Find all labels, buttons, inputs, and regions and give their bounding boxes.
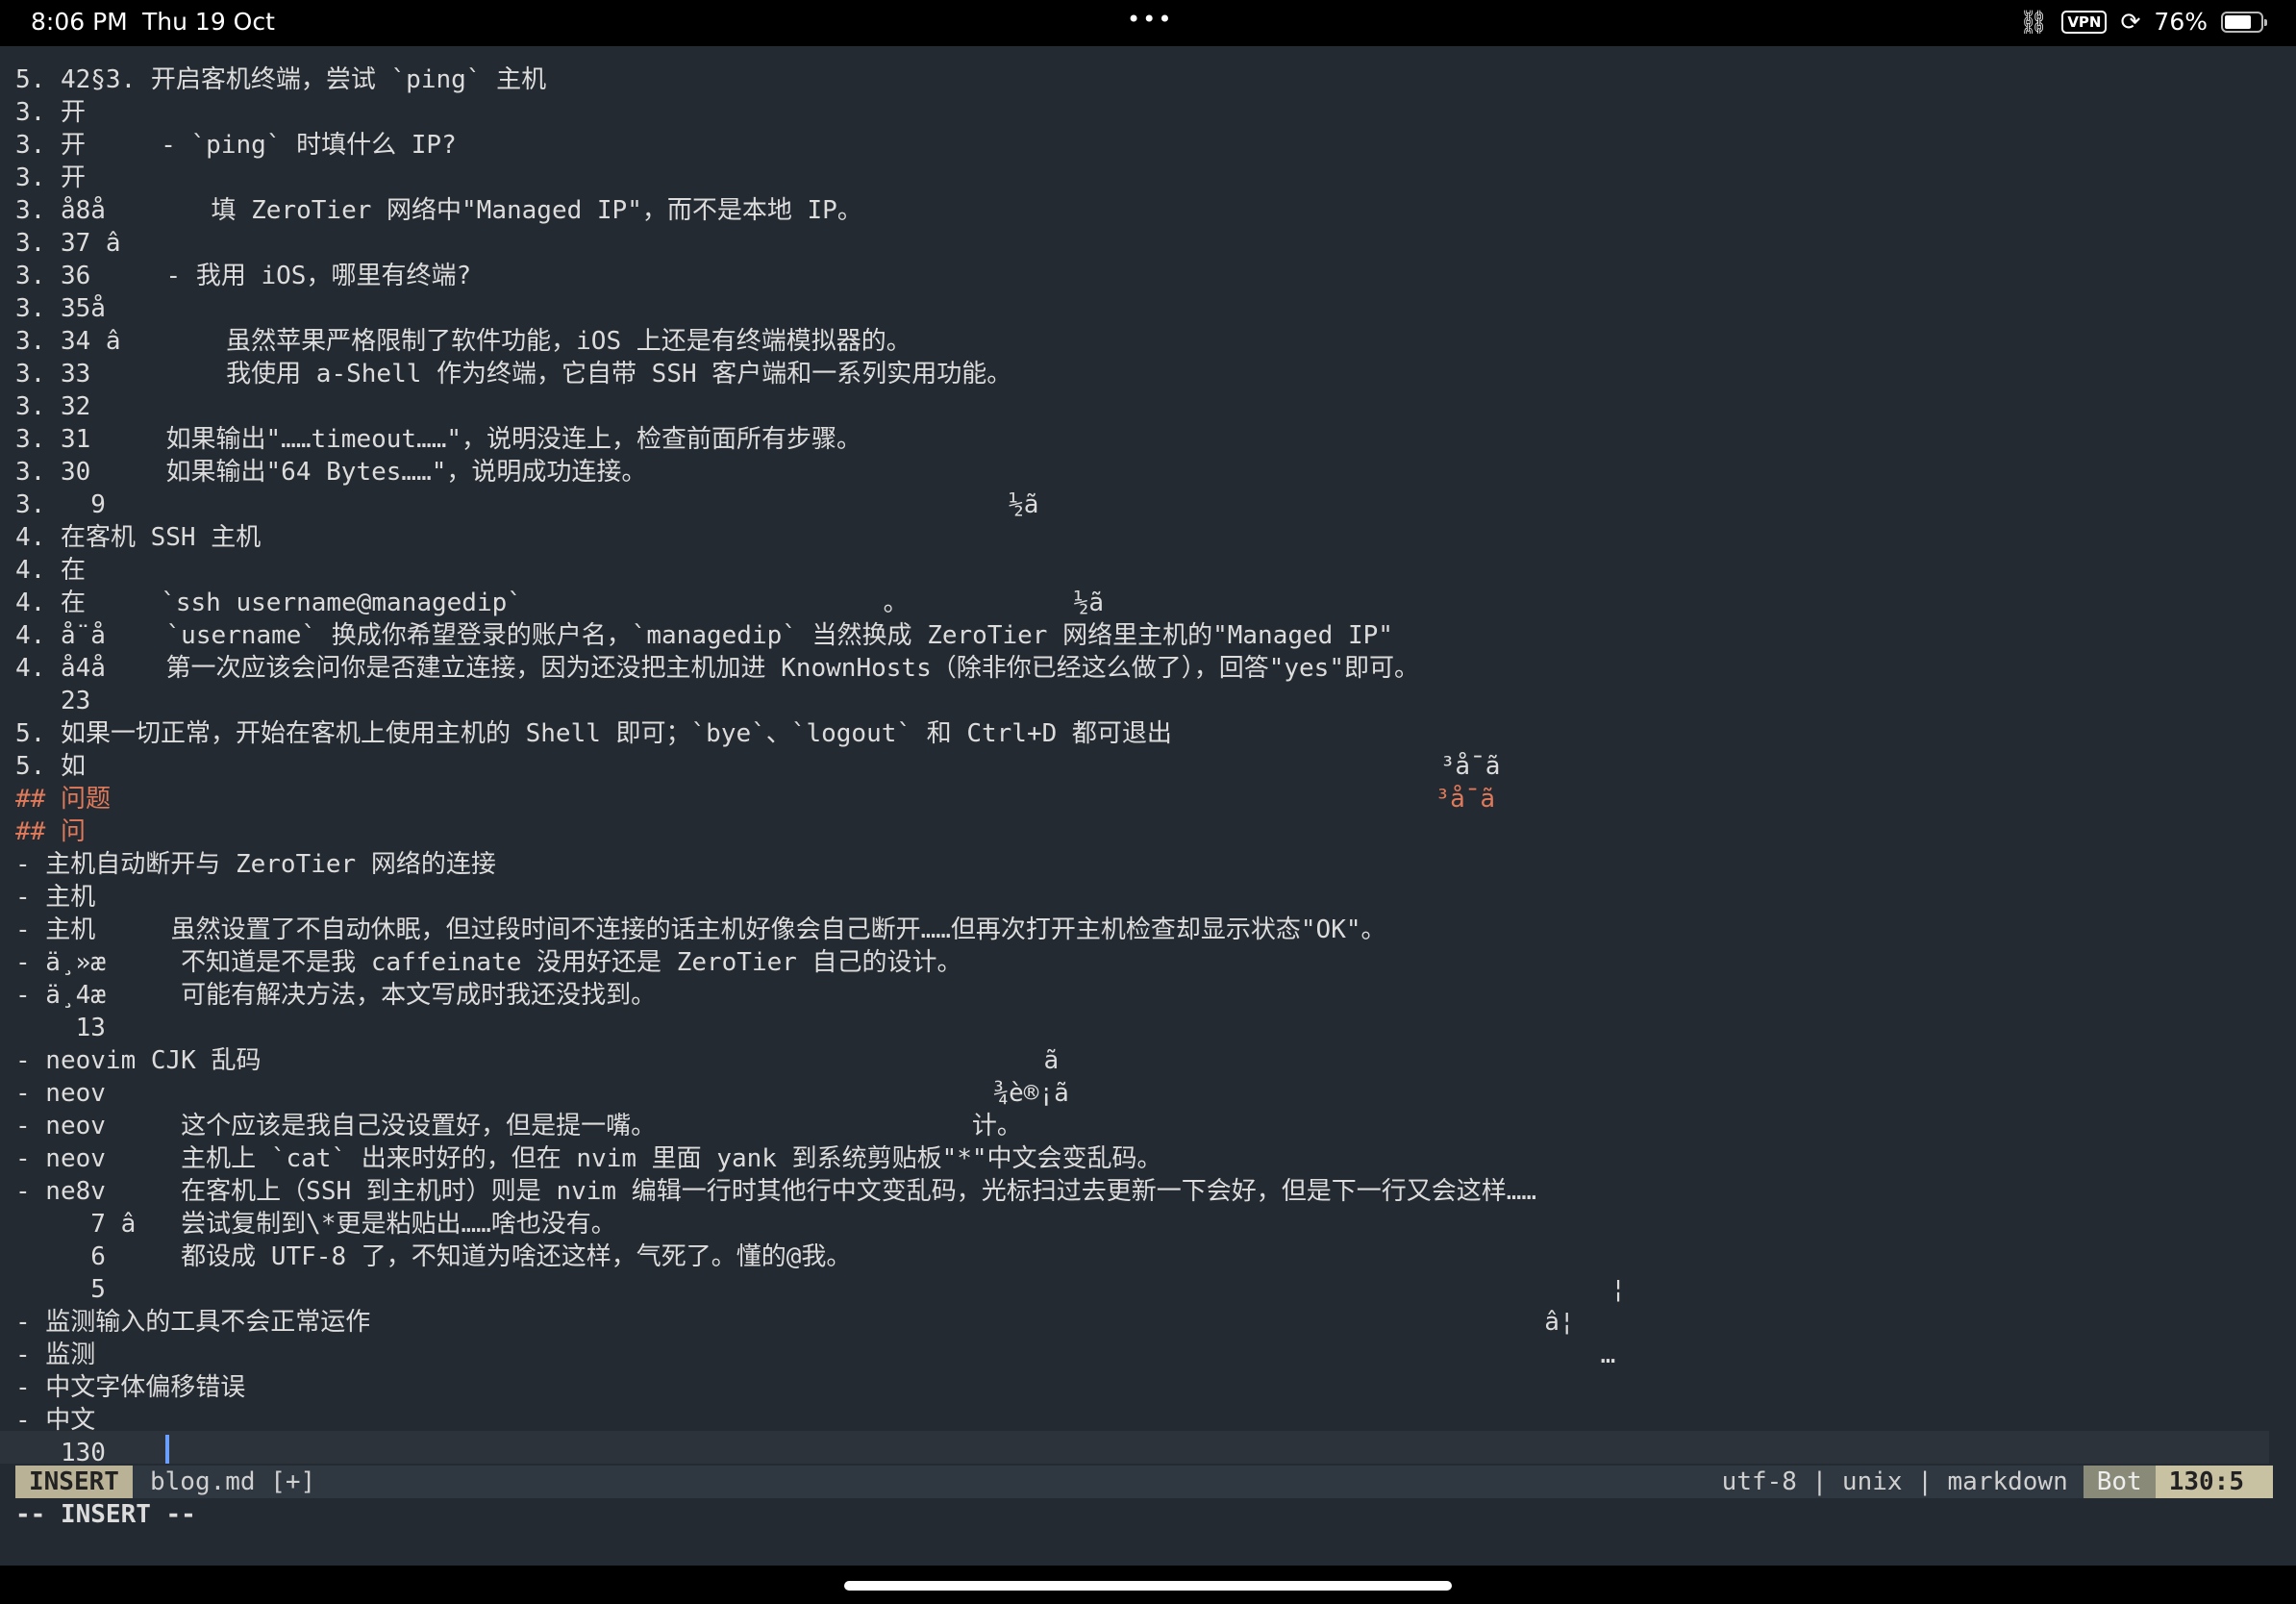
- editor-line[interactable]: 3. 30 如果输出"64 Bytes……"，说明成功连接。: [15, 456, 646, 489]
- editor-line[interactable]: 3. 32: [15, 390, 90, 423]
- separator: |: [1811, 1467, 1828, 1496]
- lock-rotation-icon: ⟳: [2120, 8, 2141, 36]
- editor-line[interactable]: - neovim CJK 乱码 ã: [15, 1044, 1059, 1077]
- editor-line[interactable]: 3. 开 - `ping` 时填什么 IP?: [15, 129, 457, 162]
- editor-line[interactable]: 13: [15, 1012, 106, 1044]
- editor-line[interactable]: 7 â 尝试复制到\*更是粘贴出……啥也没有。: [15, 1208, 616, 1241]
- file-format: unix: [1841, 1467, 1903, 1496]
- date: Thu 19 Oct: [142, 8, 275, 36]
- editor-line[interactable]: 3. 开: [15, 162, 86, 194]
- editor-line[interactable]: - 监测 …: [15, 1339, 1615, 1371]
- editor-line[interactable]: ## 问: [15, 815, 86, 848]
- editor-line[interactable]: - 主机自动断开与 ZeroTier 网络的连接: [15, 848, 496, 881]
- editor-line[interactable]: - 主机: [15, 881, 95, 914]
- cursor-line: [0, 1431, 2269, 1464]
- editor-line[interactable]: 5. 42§3. 开启客机终端，尝试 `ping` 主机: [15, 63, 546, 96]
- editor-line[interactable]: 3. 37 â: [15, 227, 121, 260]
- file-name: blog.md [+]: [150, 1467, 316, 1496]
- editor-line[interactable]: 6 都设成 UTF-8 了，不知道为啥还这样，气死了。懂的@我。: [15, 1241, 851, 1273]
- editor-line[interactable]: - ne8v 在客机上（SSH 到主机时）则是 nvim 编辑一行时其他行中文变…: [15, 1175, 1536, 1208]
- statusline-right: utf-8 | unix | markdown Bot 130:5: [1707, 1466, 2273, 1498]
- vim-statusline: INSERT blog.md [+] utf-8 | unix | markdo…: [15, 1466, 2273, 1498]
- editor-line[interactable]: 3. 31 如果输出"……timeout……"，说明没连上，检查前面所有步骤。: [15, 423, 861, 456]
- scroll-position: Bot: [2083, 1466, 2156, 1498]
- editor-line[interactable]: 4. 在客机 SSH 主机: [15, 521, 261, 554]
- separator: |: [1917, 1467, 1933, 1496]
- home-indicator[interactable]: [844, 1581, 1452, 1591]
- file-info: utf-8 | unix | markdown: [1707, 1466, 2084, 1498]
- vpn-badge: VPN: [2061, 10, 2108, 34]
- ios-status-bar: 8:06 PM Thu 19 Oct ••• ⛓ VPN ⟳ 76%: [0, 0, 2296, 46]
- editor-line[interactable]: 23: [15, 685, 90, 717]
- editor-line[interactable]: - 中文: [15, 1404, 95, 1437]
- editor-line[interactable]: 3. 36 - 我用 iOS，哪里有终端?: [15, 260, 471, 292]
- editor-line[interactable]: - neov ¾è®¡ã: [15, 1077, 1069, 1110]
- editor-line[interactable]: 4. 在: [15, 554, 86, 587]
- status-icons: ⛓ VPN ⟳ 76%: [2018, 8, 2267, 36]
- editor-line[interactable]: 5 ¦: [15, 1273, 1626, 1306]
- editor-line[interactable]: 3. 35å: [15, 292, 106, 325]
- editor-line[interactable]: - neov 主机上 `cat` 出来时好的，但在 nvim 里面 yank 到…: [15, 1142, 1162, 1175]
- editor-line[interactable]: ## 问题 ³å¯ã: [15, 783, 1495, 815]
- clock: 8:06 PM: [31, 8, 128, 36]
- encoding: utf-8: [1721, 1467, 1797, 1496]
- mode-indicator: INSERT: [15, 1466, 133, 1498]
- editor-line[interactable]: 5. 如果一切正常，开始在客机上使用主机的 Shell 即可；`bye`、`lo…: [15, 717, 1172, 750]
- editor-line[interactable]: 3. 开: [15, 96, 86, 129]
- battery-icon: [2221, 11, 2267, 33]
- editor-line[interactable]: - ä¸»æ 不知道是不是我 caffeinate 没用好还是 ZeroTier…: [15, 946, 962, 979]
- editor-line[interactable]: 130: [15, 1437, 106, 1469]
- line-column: 130:5: [2155, 1466, 2273, 1498]
- command-line[interactable]: -- INSERT --: [15, 1498, 196, 1531]
- editor-line[interactable]: 3. 9 ½ã: [15, 489, 1038, 521]
- editor-line[interactable]: - 监测输入的工具不会正常运作 â¦: [15, 1306, 1575, 1339]
- multitasking-dots[interactable]: •••: [1127, 6, 1173, 33]
- editor-line[interactable]: 3. å8å 填 ZeroTier 网络中"Managed IP"，而不是本地 …: [15, 194, 862, 227]
- editor-line[interactable]: 4. 在 `ssh username@managedip` 。 ½ã: [15, 587, 1104, 619]
- text-cursor: [165, 1435, 169, 1464]
- editor-line[interactable]: 3. 34 â 虽然苹果严格限制了软件功能，iOS 上还是有终端模拟器的。: [15, 325, 911, 358]
- battery-percent: 76%: [2154, 8, 2208, 36]
- editor-line[interactable]: - 主机 虽然设置了不自动休眠，但过段时间不连接的话主机好像会自己断开……但再次…: [15, 914, 1386, 946]
- editor-line[interactable]: 5. 如 ³å¯ã: [15, 750, 1500, 783]
- link-icon: ⛓: [2018, 8, 2049, 36]
- editor-line[interactable]: 4. å¨å `username` 换成你希望登录的账户名，`managedip…: [15, 619, 1393, 652]
- editor-line[interactable]: - 中文字体偏移错误: [15, 1371, 245, 1404]
- editor-line[interactable]: 4. å4å 第一次应该会问你是否建立连接，因为还没把主机加进 KnownHos…: [15, 652, 1419, 685]
- file-type: markdown: [1947, 1467, 2068, 1496]
- battery-fill: [2225, 14, 2251, 29]
- editor-line[interactable]: 3. 33 我使用 a-Shell 作为终端，它自带 SSH 客户端和一系列实用…: [15, 358, 1011, 390]
- terminal-window[interactable]: 5. 42§3. 开启客机终端，尝试 `ping` 主机 3. 开 3. 开 - `…: [0, 46, 2296, 1566]
- editor-line[interactable]: - ä¸4æ 可能有解决方法，本文写成时我还没找到。: [15, 979, 656, 1012]
- editor-line[interactable]: - neov 这个应该是我自己没设置好，但是提一嘴。 计。: [15, 1110, 1022, 1142]
